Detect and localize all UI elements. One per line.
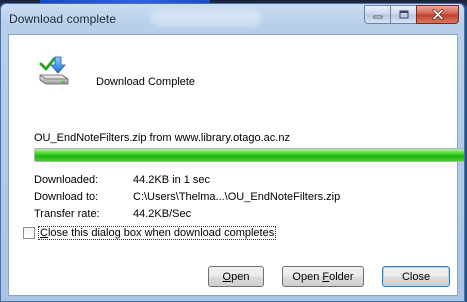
open-folder-button[interactable]: Open Folder [282, 266, 364, 287]
download-to-value: C:\Users\Thelma...\OU_EndNoteFilters.zip [133, 191, 341, 203]
minimize-button[interactable] [364, 5, 390, 24]
download-status-heading: Download Complete [96, 76, 196, 88]
transfer-rate-label: Transfer rate: [34, 208, 100, 220]
close-icon [432, 9, 443, 20]
downloaded-value: 44.2KB in 1 sec [133, 174, 211, 186]
maximize-button[interactable] [390, 5, 416, 24]
open-folder-prefix: Open [292, 271, 323, 283]
download-arrow-drive-icon [39, 56, 69, 85]
title-bar[interactable]: Download complete [1, 4, 464, 34]
title-bar-glass-glow [151, 10, 261, 26]
close-button[interactable]: Close [382, 266, 450, 287]
open-label-rest: pen [231, 271, 250, 283]
file-source-text: OU_EndNoteFilters.zip from www.library.o… [34, 132, 290, 144]
dialog-body: Download Complete OU_EndNoteFilters.zip … [8, 34, 464, 296]
caption-buttons [364, 5, 459, 24]
downloaded-label: Downloaded: [34, 174, 99, 186]
download-to-label: Download to: [34, 191, 99, 203]
download-progress-bar [34, 148, 464, 162]
close-label-rest: lose this dialog box when download compl… [47, 227, 275, 239]
minimize-icon [373, 15, 382, 18]
close-on-complete-option[interactable]: Close this dialog box when download comp… [23, 225, 277, 241]
transfer-rate-value: 44.2KB/Sec [133, 208, 192, 220]
window-title: Download complete [9, 12, 117, 26]
open-accelerator: O [222, 271, 232, 283]
open-button[interactable]: Open [208, 266, 264, 287]
close-on-complete-checkbox[interactable] [23, 227, 35, 239]
progress-fill [35, 149, 464, 161]
download-complete-dialog: Download complete Download Complete OU_E… [0, 3, 465, 302]
close-on-complete-label[interactable]: Close this dialog box when download comp… [38, 226, 277, 240]
open-folder-rest: older [329, 271, 354, 283]
maximize-icon [399, 10, 408, 19]
close-window-button[interactable] [416, 5, 459, 24]
close-accelerator: C [40, 227, 48, 239]
